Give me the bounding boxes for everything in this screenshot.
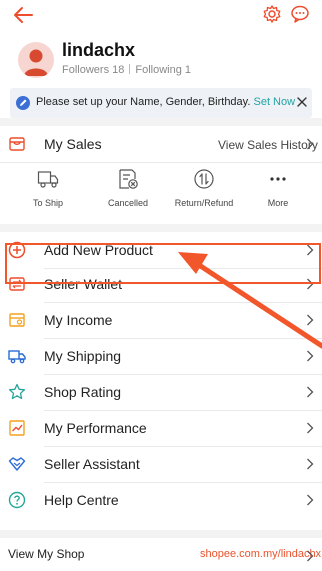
menu-seller-assistant[interactable]: Seller Assistant xyxy=(0,446,322,482)
performance-icon xyxy=(9,420,25,436)
chevron-right-icon xyxy=(307,422,314,434)
avatar[interactable] xyxy=(18,42,54,78)
my-sales-label: My Sales xyxy=(44,136,102,152)
menu-help-centre[interactable]: Help Centre xyxy=(0,482,322,518)
chevron-right-icon xyxy=(307,386,314,398)
set-now-link[interactable]: Set Now xyxy=(253,96,295,108)
my-sales-row[interactable]: My Sales View Sales History xyxy=(0,126,322,162)
my-income-label: My Income xyxy=(44,312,113,328)
truck-icon xyxy=(37,171,59,188)
status-return-refund[interactable]: Return/Refund xyxy=(164,168,244,208)
chevron-right-icon xyxy=(307,314,314,326)
return-refund-label: Return/Refund xyxy=(174,198,234,208)
chevron-right-icon xyxy=(307,550,314,562)
refund-icon xyxy=(194,169,214,189)
notice-text: Please set up your Name, Gender, Birthda… xyxy=(36,96,295,108)
chat-icon[interactable] xyxy=(290,4,310,24)
handshake-icon xyxy=(8,457,26,471)
close-icon[interactable] xyxy=(296,96,308,108)
menu-my-performance[interactable]: My Performance xyxy=(0,410,322,446)
menu-my-income[interactable]: My Income xyxy=(0,302,322,338)
annotation-highlight-box xyxy=(5,243,321,284)
menu-shop-rating[interactable]: Shop Rating xyxy=(0,374,322,410)
store-icon xyxy=(9,137,25,151)
followers-count[interactable]: Followers 18 xyxy=(62,64,124,76)
view-my-shop-label: View My Shop xyxy=(8,547,85,561)
divider xyxy=(0,162,322,163)
my-performance-label: My Performance xyxy=(44,420,147,436)
username[interactable]: lindachx xyxy=(62,40,135,61)
chevron-right-icon xyxy=(307,494,314,506)
view-sales-history-link[interactable]: View Sales History xyxy=(218,138,318,152)
help-icon xyxy=(8,491,26,509)
chevron-right-icon xyxy=(307,350,314,362)
more-icon xyxy=(270,177,286,181)
user-icon xyxy=(24,49,48,76)
arrow-left-icon[interactable] xyxy=(10,2,36,28)
edit-pen-icon xyxy=(16,96,30,110)
seller-assistant-label: Seller Assistant xyxy=(44,456,140,472)
notice-message: Please set up your Name, Gender, Birthda… xyxy=(36,96,251,108)
status-more[interactable]: More xyxy=(238,168,318,208)
shop-rating-label: Shop Rating xyxy=(44,384,122,400)
status-to-ship[interactable]: To Ship xyxy=(8,168,88,208)
help-centre-label: Help Centre xyxy=(44,492,119,508)
more-label: More xyxy=(267,198,289,208)
follow-stats: Followers 18 Following 1 xyxy=(62,64,191,76)
status-cancelled[interactable]: Cancelled xyxy=(88,168,168,208)
shop-url-link[interactable]: shopee.com.my/lindachx xyxy=(200,548,321,560)
divider xyxy=(129,64,131,74)
gear-icon[interactable] xyxy=(262,4,282,24)
menu-my-shipping[interactable]: My Shipping xyxy=(0,338,322,374)
income-icon xyxy=(9,313,25,327)
my-shipping-label: My Shipping xyxy=(44,348,122,364)
shipping-truck-icon xyxy=(8,350,26,364)
top-bar: lindachx Followers 18 Following 1 Please … xyxy=(0,0,322,118)
star-icon xyxy=(8,383,26,400)
following-count[interactable]: Following 1 xyxy=(135,64,191,76)
profile-setup-notice: Please set up your Name, Gender, Birthda… xyxy=(10,88,312,118)
view-my-shop-bar[interactable]: View My Shop shopee.com.my/lindachx xyxy=(0,538,322,571)
cancelled-label: Cancelled xyxy=(107,198,149,208)
to-ship-label: To Ship xyxy=(32,198,64,208)
cancelled-icon xyxy=(119,169,138,189)
chevron-right-icon xyxy=(307,138,314,150)
chevron-right-icon xyxy=(307,458,314,470)
